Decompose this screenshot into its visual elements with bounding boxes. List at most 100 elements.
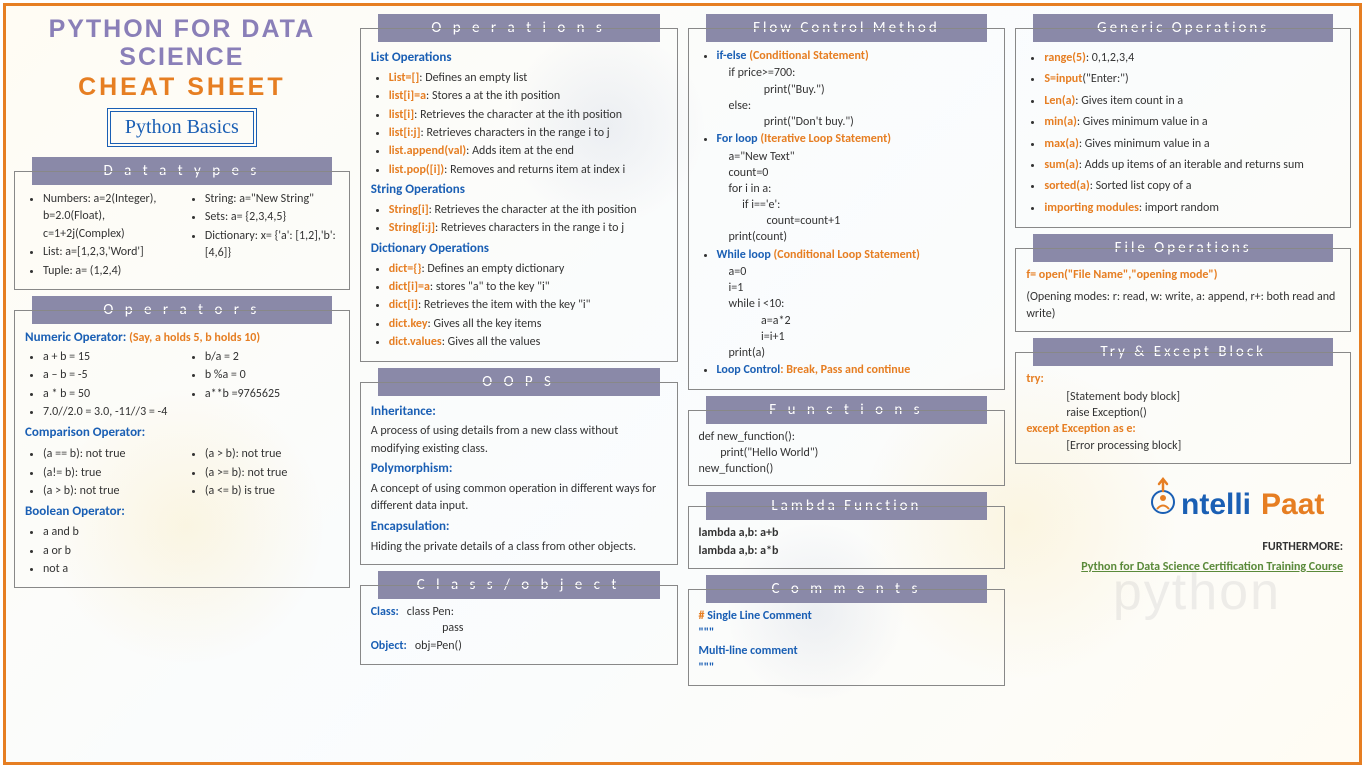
svg-text:ntelli: ntelli <box>1181 488 1251 521</box>
list-item: list[i:j]: Retrieves characters in the r… <box>389 125 667 142</box>
subsection-title: Boolean Operator: <box>25 503 339 522</box>
title-line-1: PYTHON FOR DATA <box>14 16 350 44</box>
flow-item: For loop (Iterative Loop Statement) a="N… <box>717 131 995 246</box>
section-operations: O p e r a t i o n s List Operations List… <box>360 14 678 362</box>
list-item: not a <box>43 561 339 578</box>
list-item: a – b = -5 <box>43 367 177 384</box>
code-snippet: [Error processing block] <box>1026 438 1340 454</box>
code-snippet: a=0 i=1 while i <10: a=a*2 i=i+1 print(a… <box>717 264 995 361</box>
list-item: List: a=[1,2,3,'Word'] <box>43 244 177 261</box>
list-item: (a <= b) is true <box>205 483 339 500</box>
list-item: b/a = 2 <box>205 349 339 366</box>
code-keyword: try: <box>1026 371 1340 388</box>
subsection-title: String Operations <box>371 181 667 200</box>
section-comments: C o m m e n t s # # Single Line CommentS… <box>688 575 1006 687</box>
label: Class: <box>371 604 399 636</box>
subsection-title: List Operations <box>371 49 667 68</box>
title-line-3: CHEAT SHEET <box>14 73 350 102</box>
code-keyword: except Exception as e: <box>1026 421 1340 438</box>
list-item: b %a = 0 <box>205 367 339 384</box>
list-item: max(a): Gives minimum value in a <box>1044 134 1340 154</box>
section-try-except: Try & Except Block try: [Statement body … <box>1015 338 1351 463</box>
list-item: Len(a): Gives item count in a <box>1044 91 1340 111</box>
list-item: Numbers: a=2(Integer), b=2.0(Float), c=1… <box>43 191 177 243</box>
subsection-title: Numeric Operator: <box>25 330 126 345</box>
code-snippet: [Statement body block] raise Exception() <box>1026 389 1340 421</box>
section-generic-operations: Generic Operations range(5): 0,1,2,3,4S=… <box>1015 14 1351 228</box>
svg-text:Paat: Paat <box>1261 488 1324 521</box>
list-item: dict.values: Gives all the values <box>389 334 667 351</box>
subtitle-badge: Python Basics <box>107 108 257 147</box>
list-item: Sets: a= {2,3,4,5} <box>205 209 339 226</box>
subsection-title: Dictionary Operations <box>371 240 667 259</box>
section-file-operations: File Operations f= open("File Name","ope… <box>1015 234 1351 332</box>
list-item: list.pop([i]): Removes and returns item … <box>389 162 667 179</box>
section-oops: O O P S Inheritance: A process of using … <box>360 368 678 565</box>
list-item: dict[i]: Retrieves the item with the key… <box>389 297 667 314</box>
list-item: list[i]=a: Stores a at the ith position <box>389 88 667 105</box>
intellipaat-logo-icon: ntelli Paat <box>1143 474 1343 530</box>
list-item: (a > b): not true <box>205 446 339 463</box>
flow-item: if-else (Conditional Statement) if price… <box>717 48 995 130</box>
list-item: list.append(val): Adds item at the end <box>389 143 667 160</box>
list-item: list[i]: Retrieves the character at the … <box>389 107 667 124</box>
list-item: (a >= b): not true <box>205 465 339 482</box>
list-item: 7.0//2.0 = 3.0, -11//3 = -4 <box>43 404 177 421</box>
label: Object: <box>371 638 407 655</box>
list-item: a * b = 50 <box>43 386 177 403</box>
comment-line: """ <box>699 660 995 677</box>
code-snippet: obj=Pen() <box>415 638 462 655</box>
subsection-title: Comparison Operator: <box>25 424 339 443</box>
list-item: String[i:j]: Retrieves characters in the… <box>389 220 667 237</box>
column-2: O p e r a t i o n s List Operations List… <box>360 14 678 754</box>
code-snippet: def new_function(): print("Hello World")… <box>699 429 995 478</box>
list-item: (a!= b): true <box>43 465 177 482</box>
comment-line: # # Single Line CommentSingle Line Comme… <box>699 608 995 625</box>
list-item: Dictionary: x= {'a': [1,2],'b': [4,6]} <box>205 228 339 263</box>
course-link[interactable]: Python for Data Science Certification Tr… <box>1015 560 1351 574</box>
list-item: Tuple: a= (1,2,4) <box>43 263 177 280</box>
list-item: dict[i]=a: stores "a" to the key "i" <box>389 279 667 296</box>
list-item: a or b <box>43 543 339 560</box>
title-line-2: SCIENCE <box>14 44 350 72</box>
code-snippet: class Pen: pass <box>407 604 464 636</box>
list-item: a + b = 15 <box>43 349 177 366</box>
section-operators: O p e r a t o r s Numeric Operator: (Say… <box>14 296 350 588</box>
list-item: a**b =9765625 <box>205 386 339 403</box>
code-snippet: a="New Text" count=0 for i in a: if i=='… <box>717 149 995 246</box>
section-flow-control: Flow Control Method if-else (Conditional… <box>688 14 1006 390</box>
section-lambda: Lambda Function lambda a,b: a+b lambda a… <box>688 492 1006 569</box>
title-block: PYTHON FOR DATA SCIENCE CHEAT SHEET Pyth… <box>14 14 350 151</box>
section-datatypes: D a t a t y p e s Numbers: a=2(Integer),… <box>14 157 350 290</box>
column-3: Flow Control Method if-else (Conditional… <box>688 14 1006 754</box>
subsection-title: Encapsulation: <box>371 518 667 537</box>
note-text: (Opening modes: r: read, w: write, a: ap… <box>1026 289 1340 324</box>
brand-logo: ntelli Paat <box>1015 470 1351 534</box>
code-line: f= open("File Name","opening mode") <box>1026 267 1340 284</box>
subsection-text: Hiding the private details of a class fr… <box>371 539 667 556</box>
list-item: range(5): 0,1,2,3,4 <box>1044 48 1340 68</box>
list-item: (a == b): not true <box>43 446 177 463</box>
code-line: lambda a,b: a*b <box>699 543 995 560</box>
code-line: lambda a,b: a+b <box>699 525 995 542</box>
flow-item: While loop (Conditional Loop Statement) … <box>717 247 995 362</box>
flow-item: Loop Control: Break, Pass and continue <box>717 362 995 379</box>
column-1: PYTHON FOR DATA SCIENCE CHEAT SHEET Pyth… <box>14 14 350 754</box>
list-item: dict={}: Defines an empty dictionary <box>389 261 667 278</box>
list-item: S=input("Enter:") <box>1044 69 1340 89</box>
list-item: sorted(a): Sorted list copy of a <box>1044 176 1340 196</box>
furthermore-label: FURTHERMORE: <box>1015 540 1351 554</box>
subsection-note: (Say, a holds 5, b holds 10) <box>129 331 260 345</box>
section-class-object: C l a s s / o b j e c t Class:class Pen:… <box>360 571 678 665</box>
list-item: min(a): Gives minimum value in a <box>1044 112 1340 132</box>
list-item: (a > b): not true <box>43 483 177 500</box>
section-functions: F u n c t i o n s def new_function(): pr… <box>688 396 1006 487</box>
list-item: String: a="New String" <box>205 191 339 208</box>
subsection-title: Polymorphism: <box>371 460 667 479</box>
column-4: Generic Operations range(5): 0,1,2,3,4S=… <box>1015 14 1351 754</box>
list-item: sum(a): Adds up items of an iterable and… <box>1044 155 1340 175</box>
subsection-text: A concept of using common operation in d… <box>371 481 667 516</box>
code-snippet: if price>=700: print("Buy.") else: print… <box>717 65 995 130</box>
list-item: a and b <box>43 524 339 541</box>
subsection-title: Inheritance: <box>371 403 667 422</box>
